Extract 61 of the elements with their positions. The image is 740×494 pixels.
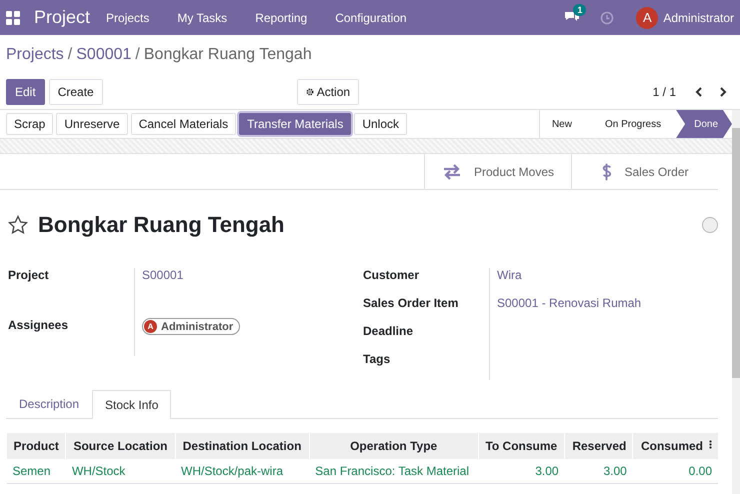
header-button[interactable]: Unreserve — [56, 113, 128, 135]
field-label: Deadline — [363, 324, 414, 340]
star-icon[interactable] — [8, 215, 28, 235]
table-cell: Semen — [6, 459, 66, 484]
breadcrumb-link[interactable]: Projects — [6, 46, 64, 64]
previous-icon[interactable] — [694, 87, 704, 97]
field-label: Assignees — [8, 318, 135, 356]
apps-menu-icon[interactable] — [6, 10, 20, 24]
user-tag[interactable]: A Administrator — [142, 318, 240, 335]
table-cell: 3.00 — [564, 459, 633, 484]
breadcrumb-link[interactable]: S00001 — [76, 46, 132, 64]
column-header[interactable]: Destination Location — [175, 433, 310, 459]
notebook-tab[interactable]: Stock Info — [92, 390, 172, 419]
pager-value: 1 / 1 — [652, 85, 676, 99]
next-icon[interactable] — [718, 87, 728, 97]
table-cell: WH/Stock — [66, 459, 175, 484]
column-header[interactable]: Source Location — [66, 433, 175, 459]
scrollbar-thumb[interactable] — [732, 128, 740, 378]
field-label: Tags — [363, 352, 392, 368]
app-name[interactable]: Project — [34, 7, 90, 28]
user-avatar: A — [144, 320, 157, 333]
header-button[interactable]: Unlock — [354, 113, 408, 135]
table-cell: 3.00 — [478, 459, 565, 484]
table-cell: San Francisco: Task Material — [309, 459, 478, 484]
notebook-tab[interactable]: Description — [6, 389, 92, 418]
field-label: Project — [8, 268, 135, 318]
table-cell: 0.00 — [632, 459, 718, 484]
edit-button[interactable]: Edit — [6, 79, 45, 105]
user-avatar[interactable]: A — [636, 6, 658, 28]
field-value-link[interactable]: Wira — [497, 268, 522, 282]
breadcrumb-separator: / — [68, 46, 72, 64]
column-header[interactable]: Reserved — [564, 433, 633, 459]
task-title: Bongkar Ruang Tengah — [38, 212, 284, 238]
column-header[interactable]: To Consume — [478, 433, 565, 459]
more-options-icon[interactable] — [709, 439, 712, 450]
stage-step[interactable]: Done — [676, 110, 732, 138]
notification-badge: 1 — [573, 4, 586, 16]
header-button[interactable]: Scrap — [6, 113, 54, 135]
menu-item[interactable]: Configuration — [335, 10, 407, 24]
breadcrumb-current: Bongkar Ruang Tengah — [144, 46, 312, 64]
column-header[interactable]: Consumed — [632, 433, 718, 459]
column-header[interactable]: Product — [6, 433, 66, 459]
header-button[interactable]: Cancel Materials — [130, 113, 236, 135]
column-header[interactable]: Operation Type — [309, 433, 478, 459]
breadcrumb-separator: / — [135, 46, 140, 64]
table-cell: WH/Stock/pak-wira — [175, 459, 310, 484]
swap-arrows-icon — [442, 164, 462, 180]
gear-icon — [306, 88, 314, 96]
field-value-link[interactable]: S00001 - Renovasi Rumah — [497, 296, 642, 310]
user-name: Administrator — [161, 320, 234, 332]
create-button[interactable]: Create — [48, 79, 103, 105]
menu-item[interactable]: Projects — [106, 10, 150, 24]
field-label: Sales Order Item — [363, 296, 460, 312]
field-label: Customer — [363, 268, 420, 284]
menu-item[interactable]: Reporting — [255, 10, 308, 24]
user-name[interactable]: Administrator — [663, 10, 734, 24]
action-button[interactable]: Action — [296, 79, 360, 105]
field-value-link[interactable]: S00001 — [142, 268, 184, 282]
menu-item[interactable]: My Tasks — [177, 10, 228, 24]
header-button[interactable]: Transfer Materials — [239, 113, 352, 135]
dollar-icon — [601, 162, 612, 182]
